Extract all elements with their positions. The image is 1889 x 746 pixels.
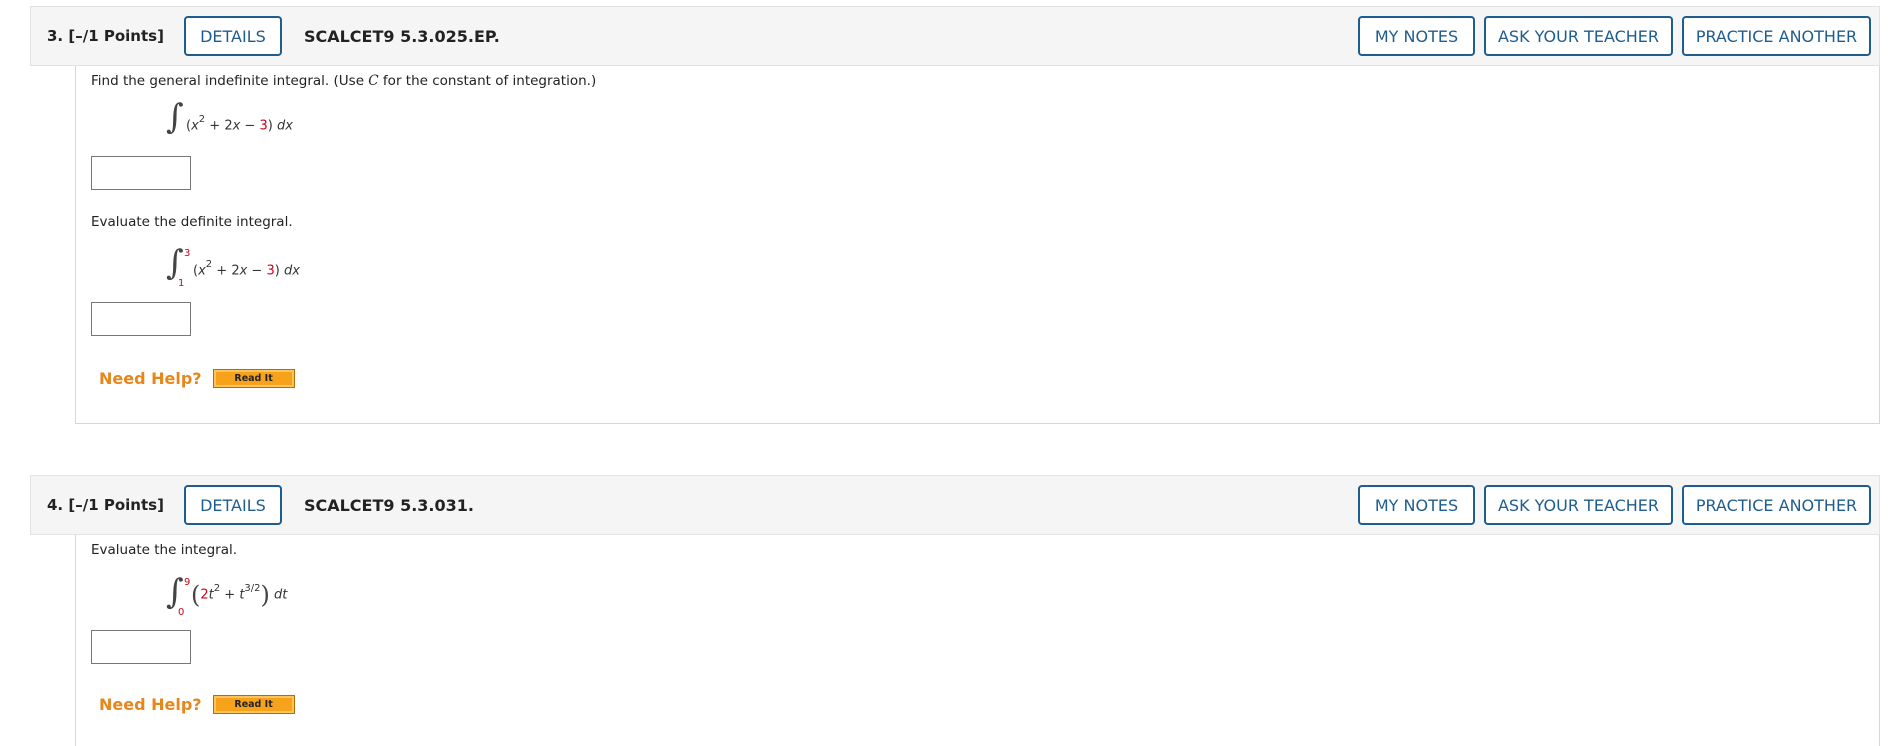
lower-limit: 1 <box>178 278 185 289</box>
question-number: 3. [–/1 Points] <box>47 27 164 45</box>
lower-limit: 0 <box>178 607 185 618</box>
integrand: (x2 + 2x − 3) dx <box>186 114 293 134</box>
practice-another-button[interactable]: PRACTICE ANOTHER <box>1682 16 1871 56</box>
part2-prompt: Evaluate the definite integral. <box>91 214 293 230</box>
my-notes-button[interactable]: MY NOTES <box>1358 16 1475 56</box>
details-button[interactable]: DETAILS <box>183 485 282 525</box>
question-4: 4. [–/1 Points] DETAILS SCALCET9 5.3.031… <box>30 475 1880 746</box>
part1-prompt: Find the general indefinite integral. (U… <box>91 73 597 89</box>
ask-your-teacher-button[interactable]: ASK YOUR TEACHER <box>1484 485 1673 525</box>
integral-sign: ∫ <box>166 572 184 612</box>
question-body: Evaluate the integral. ∫ 9 0 (2t2 + t3/2… <box>75 535 1880 746</box>
need-help: Need Help? Read It <box>99 369 295 388</box>
need-help-label: Need Help? <box>99 369 202 388</box>
details-button[interactable]: DETAILS <box>183 16 282 56</box>
indefinite-answer-input[interactable] <box>91 156 191 190</box>
question-3: 3. [–/1 Points] DETAILS SCALCET9 5.3.025… <box>30 6 1880 424</box>
definite-answer-input[interactable] <box>91 302 191 336</box>
need-help: Need Help? Read It <box>99 695 295 714</box>
read-it-button[interactable]: Read It <box>212 369 295 388</box>
need-help-label: Need Help? <box>99 695 202 714</box>
integral-sign: ∫ <box>166 243 184 283</box>
integrand: (2t2 + t3/2) dt <box>191 581 288 609</box>
integrand: (x2 + 2x − 3) dx <box>193 259 300 279</box>
integral-sign: ∫ <box>166 97 184 137</box>
question-code: SCALCET9 5.3.031. <box>303 495 474 515</box>
question-header: 3. [–/1 Points] DETAILS SCALCET9 5.3.025… <box>30 6 1880 66</box>
read-it-button[interactable]: Read It <box>212 695 295 714</box>
my-notes-button[interactable]: MY NOTES <box>1358 485 1475 525</box>
ask-your-teacher-button[interactable]: ASK YOUR TEACHER <box>1484 16 1673 56</box>
question-header: 4. [–/1 Points] DETAILS SCALCET9 5.3.031… <box>30 475 1880 535</box>
header-actions: MY NOTES ASK YOUR TEACHER PRACTICE ANOTH… <box>1358 485 1871 525</box>
upper-limit: 9 <box>184 577 191 588</box>
upper-limit: 3 <box>184 248 191 259</box>
question-code: SCALCET9 5.3.025.EP. <box>303 26 500 46</box>
question-body: Find the general indefinite integral. (U… <box>75 66 1880 424</box>
header-actions: MY NOTES ASK YOUR TEACHER PRACTICE ANOTH… <box>1358 16 1871 56</box>
question-number: 4. [–/1 Points] <box>47 496 164 514</box>
prompt: Evaluate the integral. <box>91 542 238 558</box>
answer-input[interactable] <box>91 630 191 664</box>
practice-another-button[interactable]: PRACTICE ANOTHER <box>1682 485 1871 525</box>
